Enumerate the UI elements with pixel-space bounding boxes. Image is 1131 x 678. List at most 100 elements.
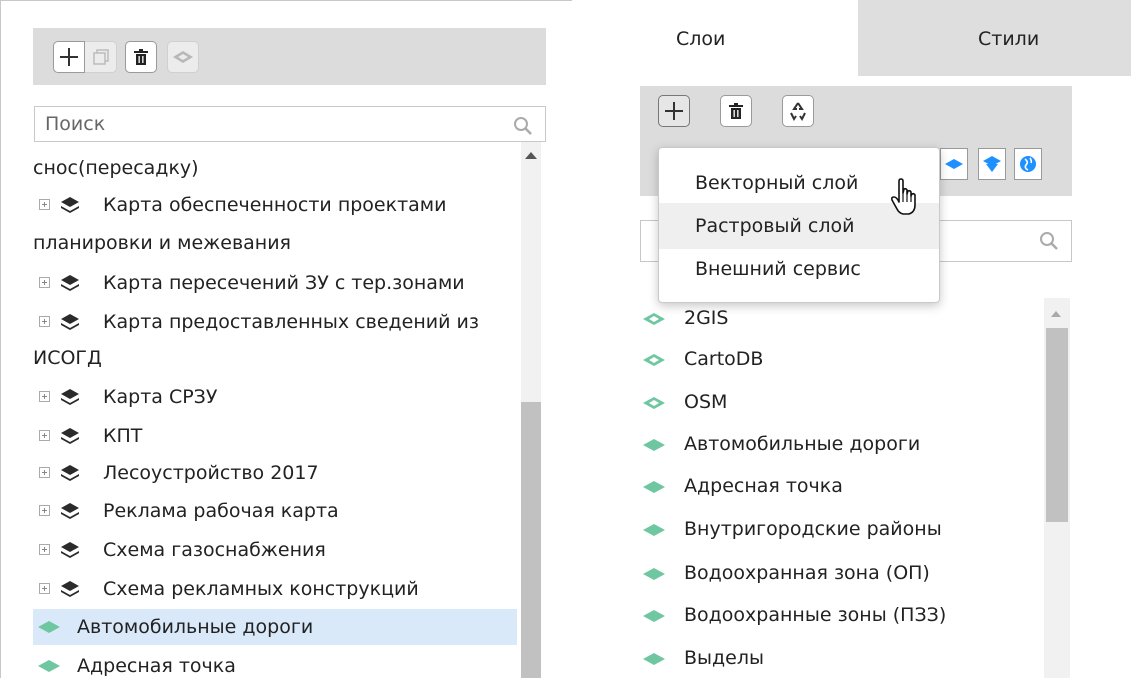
copy-icon (92, 49, 109, 65)
list-item-label: Выделы (684, 647, 765, 669)
menu-item-label: Векторный слой (695, 172, 859, 194)
tree-row-label: Схема рекламных конструкций (103, 578, 419, 600)
hand-cursor-icon (890, 178, 916, 215)
tree-row-label: Адресная точка (77, 655, 236, 677)
layers-icon (61, 197, 79, 213)
expand-icon[interactable] (39, 505, 50, 516)
layers-icon (173, 51, 193, 63)
vector-filter-button[interactable] (940, 148, 968, 180)
vector-layer-icon (643, 653, 665, 665)
layers-icon (61, 314, 79, 330)
list-item-label: Автомобильные дороги (684, 433, 921, 455)
list-item[interactable]: 2GIS (640, 300, 1040, 336)
scroll-up-arrow-icon[interactable] (525, 152, 537, 159)
layers-icon (61, 428, 79, 444)
tree-row-label: ИСОГД (33, 347, 102, 369)
tree-row[interactable]: Адресная точка (33, 648, 517, 678)
tree-row[interactable]: Схема рекламных конструкций (33, 571, 517, 607)
list-item[interactable]: Адресная точка (640, 468, 1040, 504)
expand-icon[interactable] (39, 430, 50, 441)
left-search-box (34, 106, 546, 142)
layers-icon (61, 465, 79, 481)
vector-layer-icon (643, 524, 665, 536)
list-item-label: Водоохранные зоны (ПЗЗ) (684, 604, 947, 626)
search-input[interactable] (45, 112, 505, 136)
layers-icon (61, 389, 79, 405)
expand-icon[interactable] (39, 316, 50, 327)
expand-icon[interactable] (39, 199, 50, 210)
tree-row-label: Карта СРЗУ (103, 386, 218, 408)
list-item[interactable]: Выделы (640, 640, 1040, 676)
service-layer-icon (643, 313, 665, 325)
tree-row-label: КПТ (103, 425, 143, 447)
menu-item-external-service[interactable]: Внешний сервис (659, 246, 939, 292)
list-item[interactable]: CartoDB (640, 341, 1040, 377)
recycle-button[interactable] (782, 95, 814, 127)
tree-row-selected[interactable]: Автомобильные дороги (33, 609, 517, 645)
layer-list: 2GIS CartoDB OSM Автомобильные дороги Ад… (640, 298, 1040, 678)
left-scrollbar-thumb[interactable] (521, 402, 541, 678)
layers-button[interactable] (167, 41, 199, 73)
add-button[interactable] (53, 41, 85, 73)
vector-layer-icon (643, 439, 665, 451)
tree-row-label: Схема газоснабжения (103, 539, 326, 561)
tree-row[interactable]: Схема газоснабжения (33, 532, 517, 568)
menu-item-label: Растровый слой (695, 215, 855, 237)
list-item[interactable]: Водоохранные зоны (ПЗЗ) (640, 597, 1040, 633)
delete-layer-button[interactable] (720, 95, 752, 127)
tree-row-label: Карта пересечений ЗУ с тер.зонами (103, 272, 465, 294)
vector-layer-icon (643, 568, 665, 580)
expand-icon[interactable] (39, 544, 50, 555)
service-layer-icon (643, 354, 665, 366)
tree-row-label: Лесоустройство 2017 (103, 462, 319, 484)
search-icon[interactable] (1039, 231, 1059, 251)
tab-layers-label: Слои (676, 28, 726, 50)
list-item-label: 2GIS (684, 307, 729, 329)
tree-row-label: планировки и межевания (33, 232, 291, 254)
tree-row-label: Карта обеспеченности проектами (103, 194, 447, 216)
service-filter-button[interactable] (1014, 148, 1042, 180)
tree-row-label: снос(пересадку) (33, 157, 199, 179)
tree-row-label: Реклама рабочая карта (103, 500, 339, 522)
layers-blue-icon (983, 156, 1001, 172)
copy-button[interactable] (85, 41, 117, 73)
scroll-up-arrow-icon[interactable] (1051, 311, 1061, 317)
tab-styles-label: Стили (978, 28, 1040, 50)
globe-icon (1020, 156, 1036, 172)
expand-icon[interactable] (39, 277, 50, 288)
service-layer-icon (643, 397, 665, 409)
tree-row-continuation[interactable]: планировки и межевания (33, 225, 517, 261)
layers-icon (61, 542, 79, 558)
tree-row[interactable]: Карта пересечений ЗУ с тер.зонами (33, 265, 517, 301)
tree-row[interactable]: снос(пересадку) (33, 150, 517, 186)
list-item[interactable]: Внутригородские районы (640, 511, 1040, 547)
right-scrollbar-thumb[interactable] (1046, 328, 1068, 522)
list-item[interactable]: Водоохранная зона (ОП) (640, 555, 1040, 591)
expand-icon[interactable] (39, 391, 50, 402)
list-item-label: Внутригородские районы (684, 518, 942, 540)
tree-row[interactable]: Карта СРЗУ (33, 379, 517, 415)
trash-icon (134, 49, 148, 65)
left-toolbar (33, 28, 546, 85)
tab-styles[interactable]: Стили (858, 0, 1131, 76)
list-item[interactable]: Автомобильные дороги (640, 426, 1040, 462)
raster-filter-button[interactable] (978, 148, 1006, 180)
tree-row[interactable]: КПТ (33, 418, 517, 454)
list-item[interactable]: OSM (640, 384, 1040, 420)
tree-row-continuation[interactable]: ИСОГД (33, 340, 517, 376)
tab-layers[interactable]: Слои (572, 0, 858, 76)
expand-icon[interactable] (39, 467, 50, 478)
vector-layer-icon (643, 610, 665, 622)
delete-button[interactable] (125, 41, 157, 73)
tree-row[interactable]: Карта предоставленных сведений из (33, 304, 517, 340)
expand-icon[interactable] (39, 583, 50, 594)
add-layer-button[interactable] (658, 95, 690, 127)
tree-row[interactable]: Лесоустройство 2017 (33, 455, 517, 491)
layers-icon (61, 275, 79, 291)
layers-icon (61, 581, 79, 597)
tree-row-label: Автомобильные дороги (77, 616, 314, 638)
tree-row[interactable]: Карта обеспеченности проектами (33, 187, 517, 223)
vector-layer-icon (38, 660, 60, 672)
tree-row[interactable]: Реклама рабочая карта (33, 493, 517, 529)
search-icon[interactable] (513, 116, 533, 136)
